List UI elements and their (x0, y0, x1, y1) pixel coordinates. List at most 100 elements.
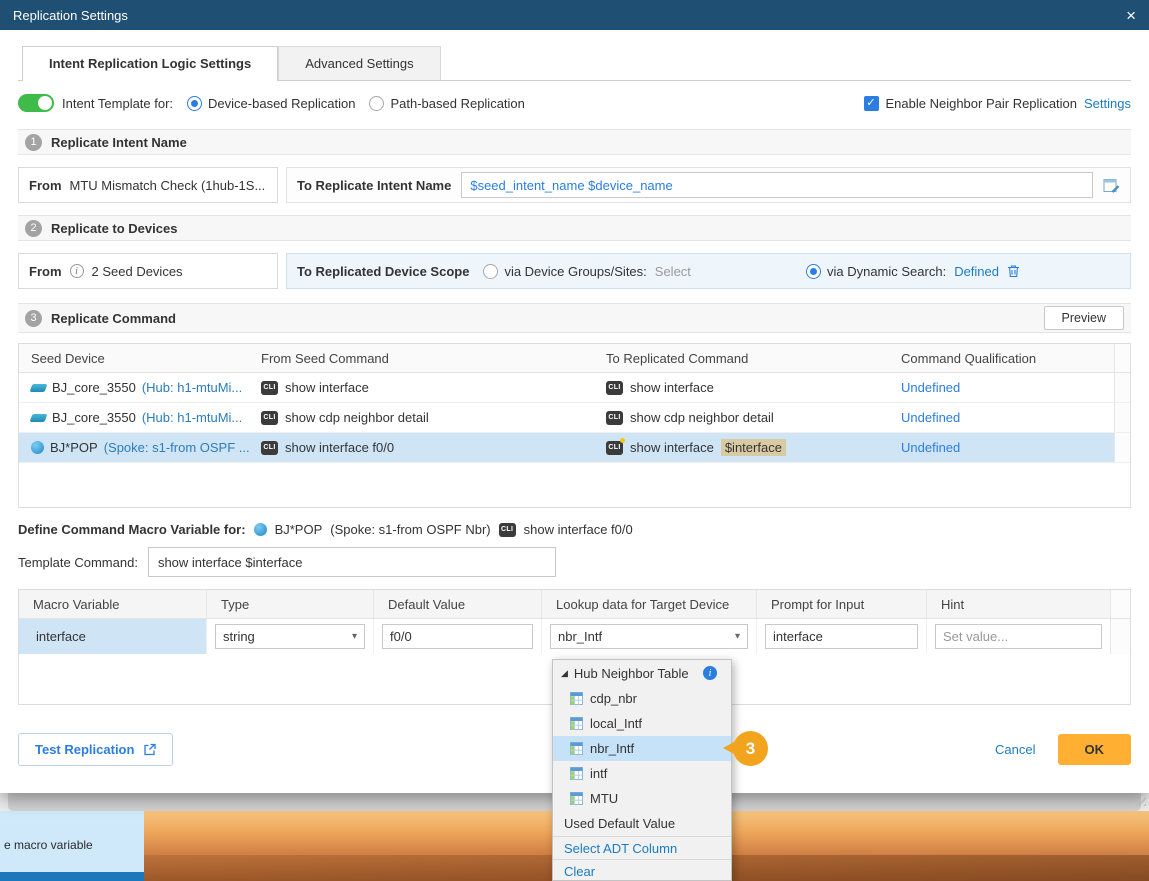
dropdown-action-select-adt-column[interactable]: Select ADT Column (553, 836, 731, 859)
tab-advanced-settings[interactable]: Advanced Settings (278, 46, 440, 80)
dropdown-item-intf[interactable]: intf (553, 761, 731, 786)
switch-device-icon (30, 384, 48, 392)
dropdown-group-hub-neighbor-table[interactable]: ◢ Hub Neighbor Table i (553, 660, 731, 686)
via-dynamic-search-label: via Dynamic Search: (827, 264, 946, 279)
trash-icon[interactable] (1007, 264, 1020, 278)
dialog-title: Replication Settings (13, 8, 128, 23)
dropdown-item-nbr-intf-selected[interactable]: nbr_Intf (553, 736, 731, 761)
scrollbar-gutter (1114, 433, 1130, 462)
prompt-for-input-field[interactable] (765, 624, 918, 649)
table-icon (570, 742, 583, 755)
background-partial-text: e macro variable (4, 838, 93, 852)
macro-variable-name: interface (36, 629, 86, 644)
command-row[interactable]: BJ_core_3550 (Hub: h1-mtuMi... CLI show … (19, 373, 1130, 403)
command-table-empty-area (19, 463, 1130, 507)
info-glyph: i (709, 668, 712, 679)
intent-template-toggle[interactable] (18, 94, 54, 112)
device-info: (Hub: h1-mtuMi... (142, 380, 242, 395)
replicated-command-text: show interface (630, 380, 714, 395)
device-name: BJ_core_3550 (52, 380, 136, 395)
command-row[interactable]: BJ_core_3550 (Hub: h1-mtuMi... CLI show … (19, 403, 1130, 433)
radio-device-based-replication[interactable]: Device-based Replication (187, 96, 355, 111)
command-row-selected[interactable]: BJ*POP (Spoke: s1-from OSPF ... CLI show… (19, 433, 1130, 463)
to-intent-name-label: To Replicate Intent Name (297, 178, 451, 193)
dropdown-item-label: MTU (590, 791, 618, 806)
radio-via-dynamic-search[interactable]: via Dynamic Search: (806, 264, 946, 279)
neighbor-pair-settings-link[interactable]: Settings (1084, 96, 1131, 111)
radio-selected-icon (187, 96, 202, 111)
define-device-name: BJ*POP (275, 522, 323, 537)
col-default-value: Default Value (373, 590, 541, 618)
qualification-undefined-link[interactable]: Undefined (889, 380, 1114, 395)
hint-input[interactable] (935, 624, 1102, 649)
footer-actions: Cancel OK (995, 734, 1131, 765)
to-intent-name-input[interactable] (461, 172, 1093, 198)
hint-cell (926, 619, 1110, 654)
col-lookup-data: Lookup data for Target Device (541, 590, 756, 618)
col-type: Type (206, 590, 373, 618)
ok-button[interactable]: OK (1058, 734, 1132, 765)
template-command-row: Template Command: (18, 547, 1131, 577)
device-info: (Spoke: s1-from OSPF ... (104, 440, 249, 455)
col-to-replicated-command: To Replicated Command (594, 351, 889, 366)
neighbor-pair-label: Enable Neighbor Pair Replication (886, 96, 1078, 111)
scrollbar-gutter (1114, 344, 1130, 372)
table-icon (570, 717, 583, 730)
close-icon[interactable]: × (1126, 7, 1136, 24)
tab-intent-replication-logic-settings[interactable]: Intent Replication Logic Settings (22, 46, 278, 81)
dropdown-action-clear[interactable]: Clear (553, 859, 731, 881)
chevron-down-icon: ▾ (735, 631, 740, 642)
default-value-input[interactable] (382, 624, 533, 649)
chevron-down-icon: ▾ (352, 631, 357, 642)
cancel-button[interactable]: Cancel (995, 742, 1035, 757)
scrollbar-gutter (1114, 403, 1130, 432)
section-replicate-command: 3 Replicate Command Preview (18, 303, 1131, 333)
qualification-undefined-link[interactable]: Undefined (889, 410, 1114, 425)
preview-button[interactable]: Preview (1044, 306, 1124, 330)
neighbor-pair-checkbox[interactable]: ✓ (864, 96, 879, 111)
dropdown-item-cdp-nbr[interactable]: cdp_nbr (553, 686, 731, 711)
section-number-badge: 3 (25, 310, 42, 327)
type-select[interactable]: string ▾ (215, 624, 365, 649)
dynamic-search-defined-link[interactable]: Defined (954, 264, 999, 279)
resize-handle-icon[interactable] (1133, 793, 1146, 806)
info-icon[interactable]: i (703, 666, 717, 680)
dropdown-item-local-intf[interactable]: local_Intf (553, 711, 731, 736)
define-macro-label: Define Command Macro Variable for: (18, 522, 246, 537)
col-macro-variable: Macro Variable (19, 590, 206, 618)
radio-path-based-replication[interactable]: Path-based Replication (369, 96, 524, 111)
test-replication-label: Test Replication (35, 742, 134, 757)
dropdown-item-label: intf (590, 766, 607, 781)
macro-variable-highlight: $interface (721, 439, 786, 456)
radio-via-device-groups[interactable]: via Device Groups/Sites: (483, 264, 646, 279)
define-command-text: show interface f0/0 (524, 522, 633, 537)
macro-variable-cell[interactable]: interface (19, 619, 206, 654)
dropdown-item-used-default-value[interactable]: Used Default Value (553, 811, 731, 836)
col-from-seed-command: From Seed Command (249, 351, 594, 366)
callout-number: 3 (746, 739, 755, 759)
qualification-undefined-link[interactable]: Undefined (889, 440, 1114, 455)
radio-selected-icon (806, 264, 821, 279)
scrollbar-gutter (1114, 373, 1130, 402)
switch-device-icon (30, 414, 48, 422)
from-label: From (29, 178, 62, 193)
seed-device-cell: BJ*POP (Spoke: s1-from OSPF ... (19, 440, 249, 455)
template-command-input[interactable] (148, 547, 556, 577)
col-prompt-for-input: Prompt for Input (756, 590, 926, 618)
replicated-command-cell: CLI show interface (594, 380, 889, 395)
test-replication-button[interactable]: Test Replication (18, 733, 173, 766)
dropdown-item-mtu[interactable]: MTU (553, 786, 731, 811)
replicate-command-table: Seed Device From Seed Command To Replica… (18, 343, 1131, 508)
external-link-icon (143, 743, 156, 756)
device-groups-select-link[interactable]: Select (655, 264, 691, 279)
expression-editor-icon[interactable] (1103, 178, 1120, 193)
define-device-info: (Spoke: s1-from OSPF Nbr) (330, 522, 490, 537)
router-device-icon (31, 441, 44, 454)
section-title: Replicate to Devices (51, 221, 177, 236)
dialog-titlebar: Replication Settings × (0, 0, 1149, 30)
col-hint: Hint (926, 590, 1110, 618)
tree-expander-icon[interactable]: ◢ (561, 668, 568, 679)
dropdown-action-label: Select ADT Column (564, 841, 677, 856)
lookup-select[interactable]: nbr_Intf ▾ (550, 624, 748, 649)
radio-unselected-icon (369, 96, 384, 111)
